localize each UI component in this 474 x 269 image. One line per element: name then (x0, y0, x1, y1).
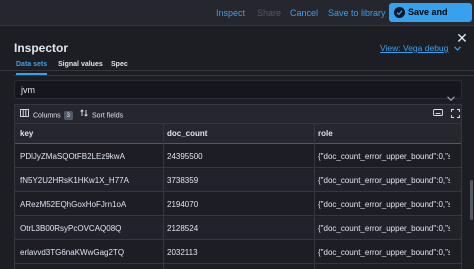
fullscreen-icon[interactable] (451, 109, 460, 121)
tabs-divider (14, 75, 474, 76)
cell-key[interactable]: fN5Y2U2HRsK1HKw1X_H77A (20, 176, 160, 185)
tab-signal-values[interactable]: Signal values (58, 61, 103, 68)
table-row: PDlJyZMaSQOtFB2LEz9kwA 24395500 {"doc_co… (15, 145, 461, 168)
table-header: key doc_count role (15, 124, 461, 144)
table-row: ARezM52EQhGoxHoFJrn1oA 2194070 {"doc_cou… (15, 193, 461, 216)
column-header-key[interactable]: key (20, 129, 160, 138)
columns-icon (20, 109, 29, 122)
cell-role[interactable]: {"doc_count_error_upper_bound":0,"s (318, 152, 450, 161)
view-selector-link[interactable]: View: Vega debug (380, 43, 461, 53)
cancel-link[interactable]: Cancel (290, 8, 318, 18)
keyboard-icon[interactable] (433, 109, 443, 121)
cell-key[interactable]: erlavvd3TG6naKWwGag2TQ (20, 248, 160, 257)
cell-role[interactable]: {"doc_count_error_upper_bound":0,"s (318, 248, 450, 257)
share-link[interactable]: Share (257, 8, 281, 18)
table-row: erlavvd3TG6naKWwGag2TQ 2032113 {"doc_cou… (15, 241, 461, 264)
table-row: OtrL3B00RsyPcOVCAQ08Q 2128524 {"doc_coun… (15, 217, 461, 240)
dataset-select-value: jvm (21, 85, 35, 95)
cell-role[interactable]: {"doc_count_error_upper_bound":0,"s (318, 176, 450, 185)
sort-fields-label: Sort fields (92, 112, 124, 120)
check-circle-icon (394, 7, 405, 18)
top-toolbar: Inspect Share Cancel Save to library Sav… (0, 0, 474, 36)
tab-spec[interactable]: Spec (111, 61, 128, 68)
data-grid-toolbar: Columns 3 Sort fields (14, 104, 462, 124)
chevron-down-icon (453, 43, 461, 53)
cell-key[interactable]: PDlJyZMaSQOtFB2LEz9kwA (20, 152, 160, 161)
flyout-title: Inspector (14, 41, 69, 55)
save-to-library-link[interactable]: Save to library (328, 8, 386, 18)
cell-doc-count[interactable]: 2128524 (167, 224, 307, 233)
column-header-doc-count[interactable]: doc_count (167, 129, 307, 138)
cell-doc-count[interactable]: 2194070 (167, 200, 307, 209)
cell-key[interactable]: ARezM52EQhGoxHoFJrn1oA (20, 200, 160, 209)
column-divider (163, 124, 164, 269)
flyout-header-divider (0, 70, 474, 71)
cell-key[interactable]: OtrL3B00RsyPcOVCAQ08Q (20, 224, 160, 233)
columns-count-badge: 3 (63, 111, 73, 120)
dataset-select[interactable]: jvm (14, 80, 462, 102)
save-and-return-button[interactable]: Save and return (389, 3, 472, 36)
column-divider (314, 124, 315, 269)
table-scrollbar[interactable] (470, 180, 473, 220)
columns-label: Columns (33, 112, 61, 120)
tab-data-sets[interactable]: Data sets (16, 61, 48, 75)
cell-role[interactable]: {"doc_count_error_upper_bound":0,"s (318, 200, 450, 209)
data-table: key doc_count role PDlJyZMaSQOtFB2LEz9kw… (14, 124, 462, 269)
column-header-role[interactable]: role (318, 129, 450, 138)
cell-doc-count[interactable]: 24395500 (167, 152, 307, 161)
cell-role[interactable]: {"doc_count_error_upper_bound":0,"s (318, 224, 450, 233)
inspect-link[interactable]: Inspect (216, 8, 245, 18)
cell-doc-count[interactable]: 3738359 (167, 176, 307, 185)
table-row: fN5Y2U2HRsK1HKw1X_H77A 3738359 {"doc_cou… (15, 169, 461, 192)
sort-icon (80, 109, 88, 122)
columns-button[interactable]: Columns 3 (20, 109, 73, 121)
cell-doc-count[interactable]: 2032113 (167, 248, 307, 257)
view-selector-label: View: Vega debug (380, 43, 449, 53)
sort-fields-button[interactable]: Sort fields (80, 109, 123, 121)
